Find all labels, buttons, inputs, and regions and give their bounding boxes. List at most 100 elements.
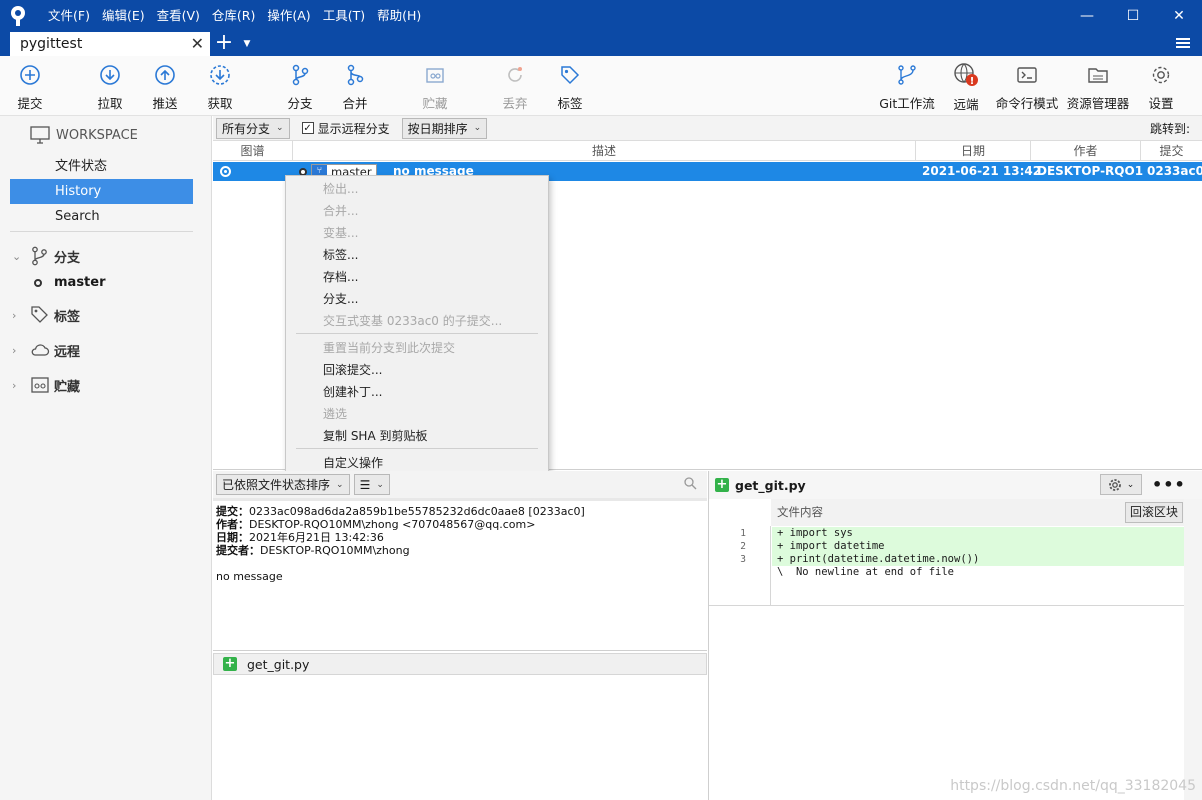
stashes-label: 贮藏	[54, 379, 81, 395]
menu-file[interactable]: 文件(F)	[42, 0, 96, 32]
menu-item-reverse-commit[interactable]: 回滚提交...	[323, 361, 382, 378]
tab-dropdown-icon[interactable]: ▼	[238, 32, 256, 56]
more-options-button[interactable]: •••	[1152, 475, 1186, 494]
merge-label: 合并	[342, 96, 368, 111]
sidebar-section-branches[interactable]: ⌄ 分支	[12, 246, 80, 266]
column-author[interactable]: 作者	[1031, 141, 1141, 161]
push-button[interactable]: 推送	[135, 62, 195, 112]
pull-button[interactable]: 拉取	[80, 62, 140, 112]
menu-item-tag[interactable]: 标签...	[323, 246, 358, 263]
new-tab-button[interactable]: +	[210, 32, 238, 56]
diff-options-button[interactable]: ⌄	[1100, 474, 1142, 495]
fetch-circle-icon	[207, 62, 233, 87]
close-button[interactable]: ✕	[1156, 0, 1202, 32]
chevron-right-icon: ›	[12, 308, 17, 322]
menu-edit[interactable]: 编辑(E)	[96, 0, 151, 32]
sidebar-divider	[10, 231, 193, 232]
sort-order-dropdown[interactable]: 按日期排序 ⌄	[401, 117, 488, 139]
pull-label: 拉取	[97, 96, 123, 111]
settings-button[interactable]: 设置	[1131, 62, 1191, 112]
hunk-header: 文件内容 回滚区块	[771, 499, 1185, 526]
menu-actions[interactable]: 操作(A)	[261, 0, 316, 32]
stash-box-icon	[422, 62, 448, 87]
menu-view[interactable]: 查看(V)	[151, 0, 206, 32]
arrow-up-circle-icon	[152, 62, 178, 87]
branch-filter-dropdown[interactable]: 所有分支 ⌄	[216, 117, 290, 139]
file-added-icon: +	[223, 656, 237, 671]
checkbox-checked-icon: ✓	[301, 122, 314, 134]
explorer-button[interactable]: 资源管理器	[1067, 62, 1129, 112]
hamburger-menu-icon[interactable]	[1176, 36, 1190, 50]
column-graph[interactable]: 图谱	[213, 141, 293, 161]
menu-item-cherry-pick[interactable]: 遴选	[323, 405, 347, 422]
minimize-button[interactable]: —	[1064, 0, 1110, 32]
gitflow-button[interactable]: Git工作流	[877, 62, 937, 112]
menu-item-copy-sha[interactable]: 复制 SHA 到剪贴板	[323, 427, 427, 444]
stash-box-icon	[31, 377, 49, 393]
chevron-down-icon: ⌄	[276, 123, 284, 133]
menu-item-custom-actions[interactable]: 自定义操作	[323, 454, 383, 471]
remote-label: 远端	[953, 97, 979, 112]
tab-repository[interactable]: pygittest ✕	[10, 32, 210, 56]
menu-item-checkout[interactable]: 检出...	[323, 180, 358, 197]
gear-icon	[1148, 62, 1174, 87]
menu-item-branch[interactable]: 分支...	[323, 290, 358, 307]
date-label: 日期：	[216, 531, 249, 544]
remote-button[interactable]: ! 远端	[936, 62, 996, 112]
menu-item-create-patch[interactable]: 创建补丁...	[323, 383, 382, 400]
sidebar-item-search[interactable]: Search	[10, 204, 193, 229]
menu-item-rebase[interactable]: 变基...	[323, 224, 358, 241]
revert-hunk-button[interactable]: 回滚区块	[1124, 502, 1183, 523]
list-item[interactable]: + get_git.py	[213, 653, 707, 675]
menu-separator	[296, 333, 538, 334]
fetch-button[interactable]: 获取	[190, 62, 250, 112]
show-remote-branches-checkbox[interactable]: ✓ 显示远程分支	[301, 120, 390, 137]
diff-line-no-newline: \ No newline at end of file	[777, 566, 955, 578]
sidebar-branch-master[interactable]: master	[34, 275, 106, 290]
sidebar-section-remotes[interactable]: › 远程	[12, 340, 80, 360]
menu-repository[interactable]: 仓库(R)	[206, 0, 261, 32]
commit-button[interactable]: 提交	[0, 62, 60, 112]
jump-to-label[interactable]: 跳转到:	[1150, 120, 1190, 137]
workspace-label: WORKSPACE	[56, 127, 138, 143]
sidebar-section-tags[interactable]: › 标签	[12, 305, 80, 325]
menu-tools[interactable]: 工具(T)	[317, 0, 371, 32]
diff-pane: + get_git.py ⌄ ••• 文件内容 回滚区块 1 2 3 + imp…	[708, 471, 1202, 800]
menu-item-merge[interactable]: 合并...	[323, 202, 358, 219]
terminal-button[interactable]: 命令行模式	[995, 62, 1059, 112]
branch-name: master	[54, 275, 106, 290]
column-commit[interactable]: 提交	[1141, 141, 1202, 161]
branch-button[interactable]: 分支	[270, 62, 330, 112]
line-number: 1	[740, 528, 746, 539]
menu-item-interactive-rebase[interactable]: 交互式变基 0233ac0 的子提交...	[323, 312, 502, 329]
menu-separator	[296, 448, 538, 449]
view-mode-dropdown[interactable]: ☰ ⌄	[353, 474, 390, 495]
menu-help[interactable]: 帮助(H)	[371, 0, 427, 32]
terminal-label: 命令行模式	[995, 96, 1059, 111]
file-sort-dropdown[interactable]: 已依照文件状态排序 ⌄	[216, 474, 350, 495]
column-date[interactable]: 日期	[916, 141, 1031, 161]
gear-icon	[1108, 478, 1121, 491]
tag-icon	[557, 62, 583, 87]
settings-label: 设置	[1148, 96, 1174, 111]
sidebar-section-stashes[interactable]: › 贮藏	[12, 375, 80, 395]
globe-warning-icon: !	[953, 62, 979, 88]
menu-item-archive[interactable]: 存档...	[323, 268, 358, 285]
line-number-gutter: 1 2 3	[709, 526, 771, 606]
menu-item-reset[interactable]: 重置当前分支到此次提交	[323, 339, 455, 356]
tab-close-icon[interactable]: ✕	[191, 34, 204, 53]
discard-button[interactable]: 丢弃	[485, 62, 545, 112]
merge-icon	[342, 62, 368, 87]
search-icon[interactable]	[684, 477, 697, 493]
stash-button[interactable]: 贮藏	[405, 62, 465, 112]
diff-scrollbar[interactable]	[1184, 499, 1202, 800]
file-name: get_git.py	[247, 656, 310, 672]
diff-file-name: get_git.py	[735, 477, 806, 493]
terminal-icon	[1014, 62, 1040, 87]
tag-button[interactable]: 标签	[540, 62, 600, 112]
merge-button[interactable]: 合并	[325, 62, 385, 112]
sidebar-item-history[interactable]: History	[10, 179, 193, 204]
column-description[interactable]: 描述	[293, 141, 916, 161]
maximize-button[interactable]: ☐	[1110, 0, 1156, 32]
sidebar-item-file-status[interactable]: 文件状态	[10, 154, 193, 179]
